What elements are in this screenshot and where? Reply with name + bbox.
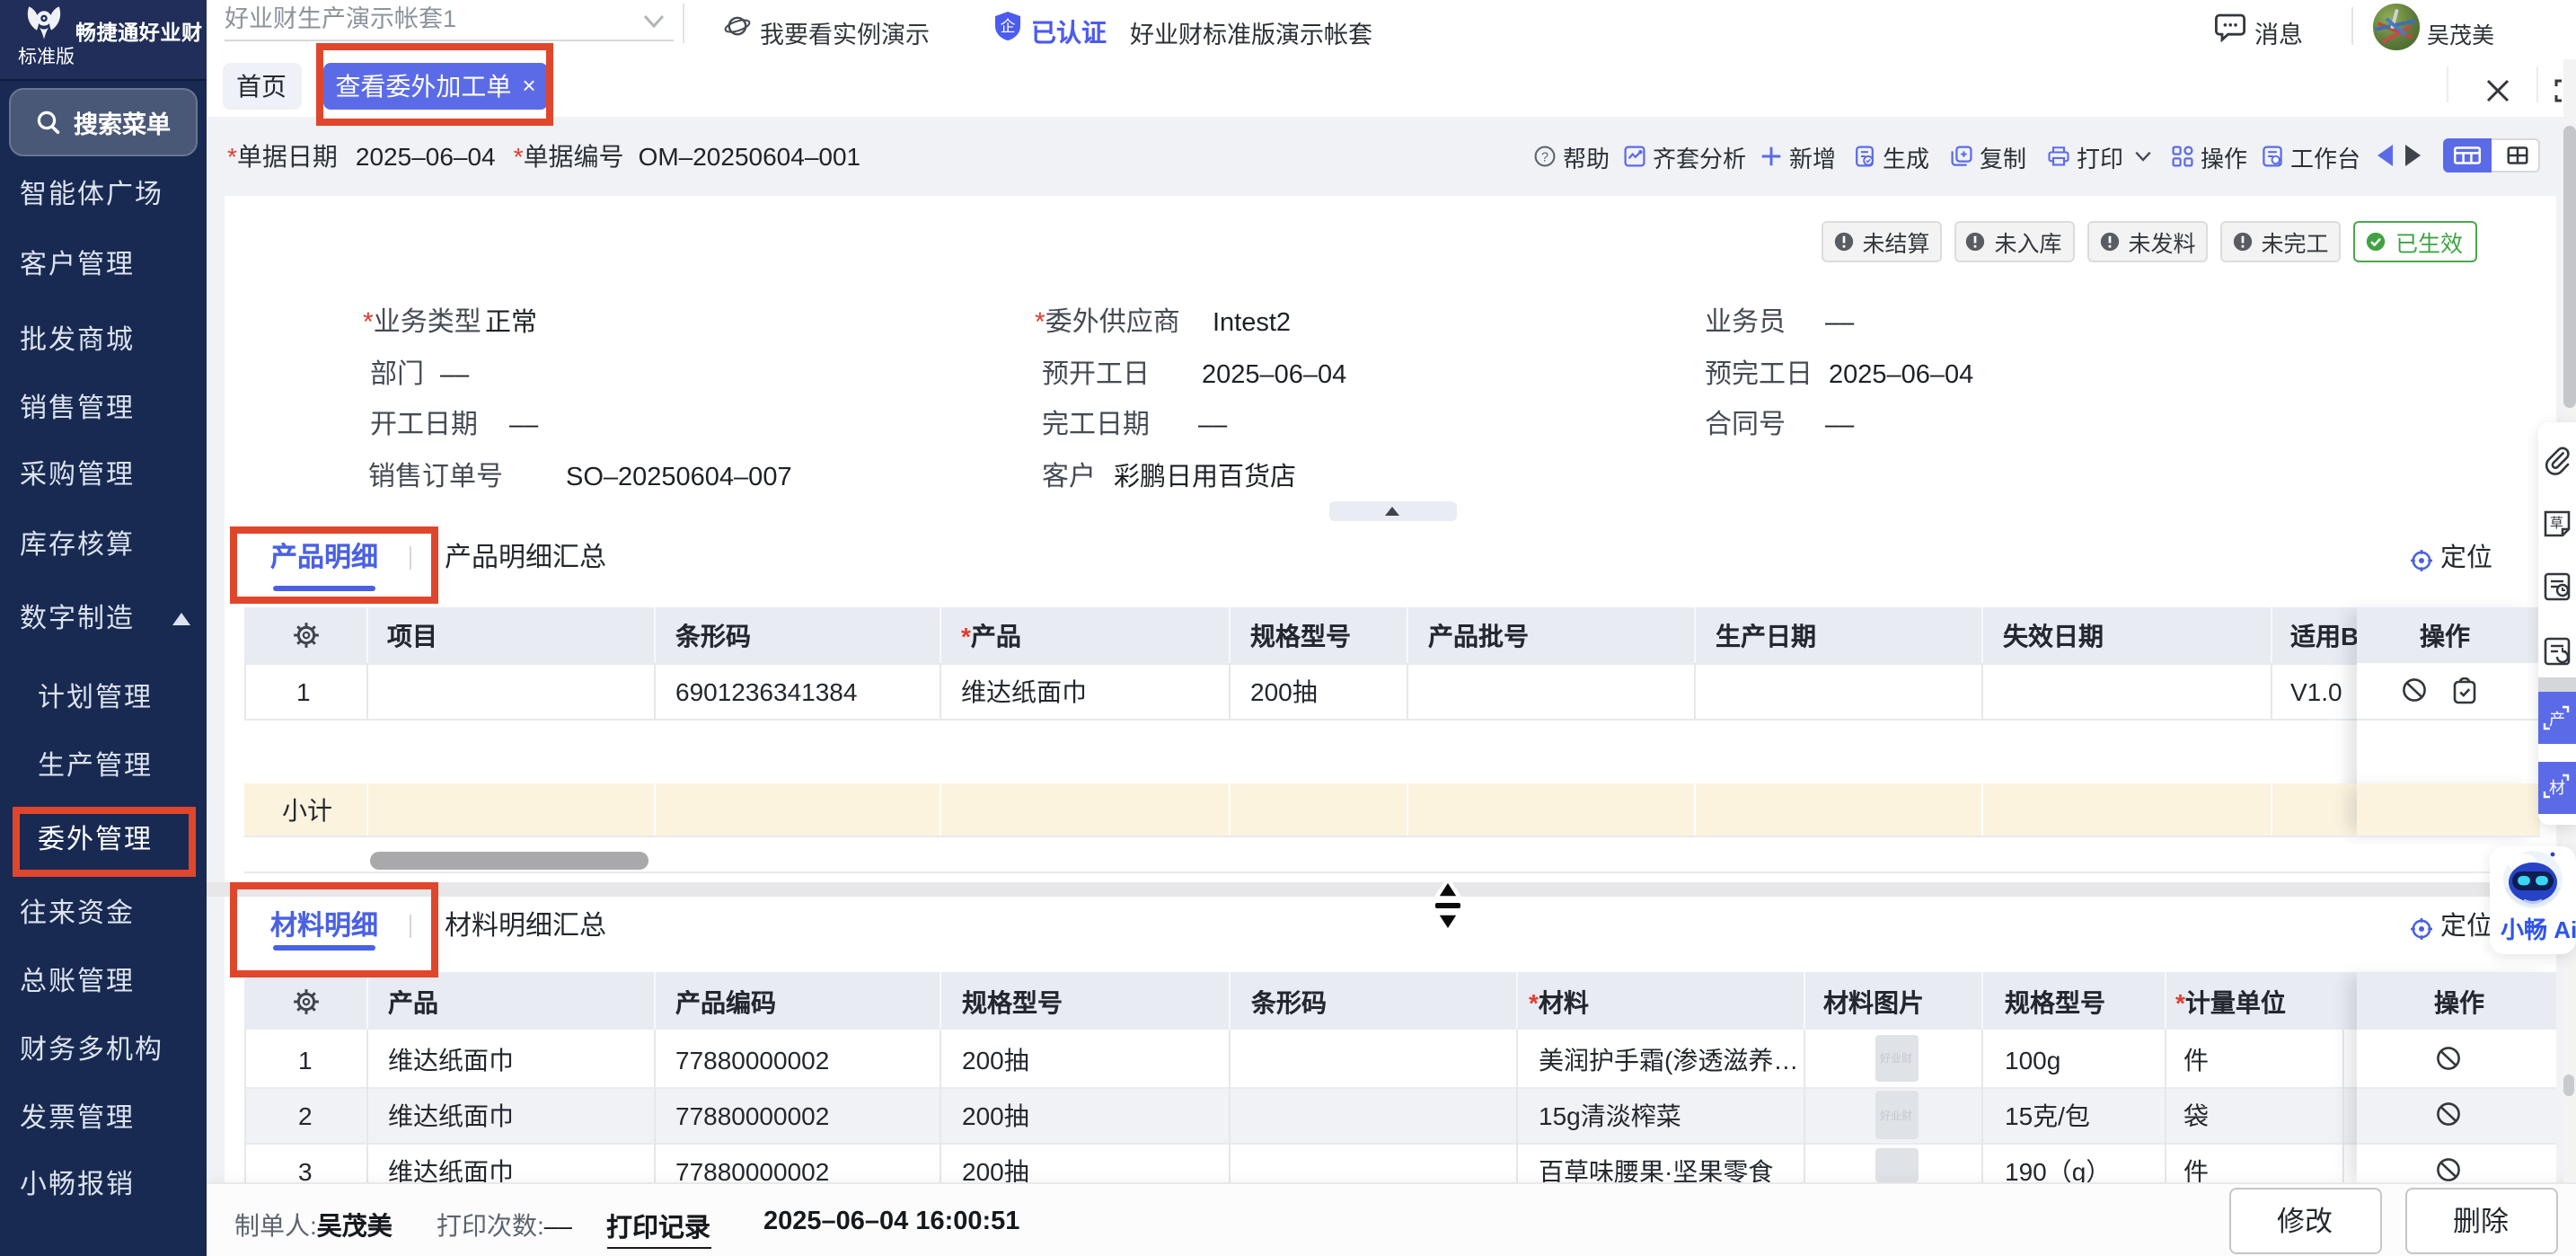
svg-text:草: 草 (2549, 515, 2563, 530)
svg-text:产: 产 (2550, 710, 2566, 728)
svg-text:材: 材 (2550, 780, 2566, 798)
svg-text:?: ? (1541, 151, 1548, 165)
svg-text:企: 企 (1001, 18, 1016, 35)
